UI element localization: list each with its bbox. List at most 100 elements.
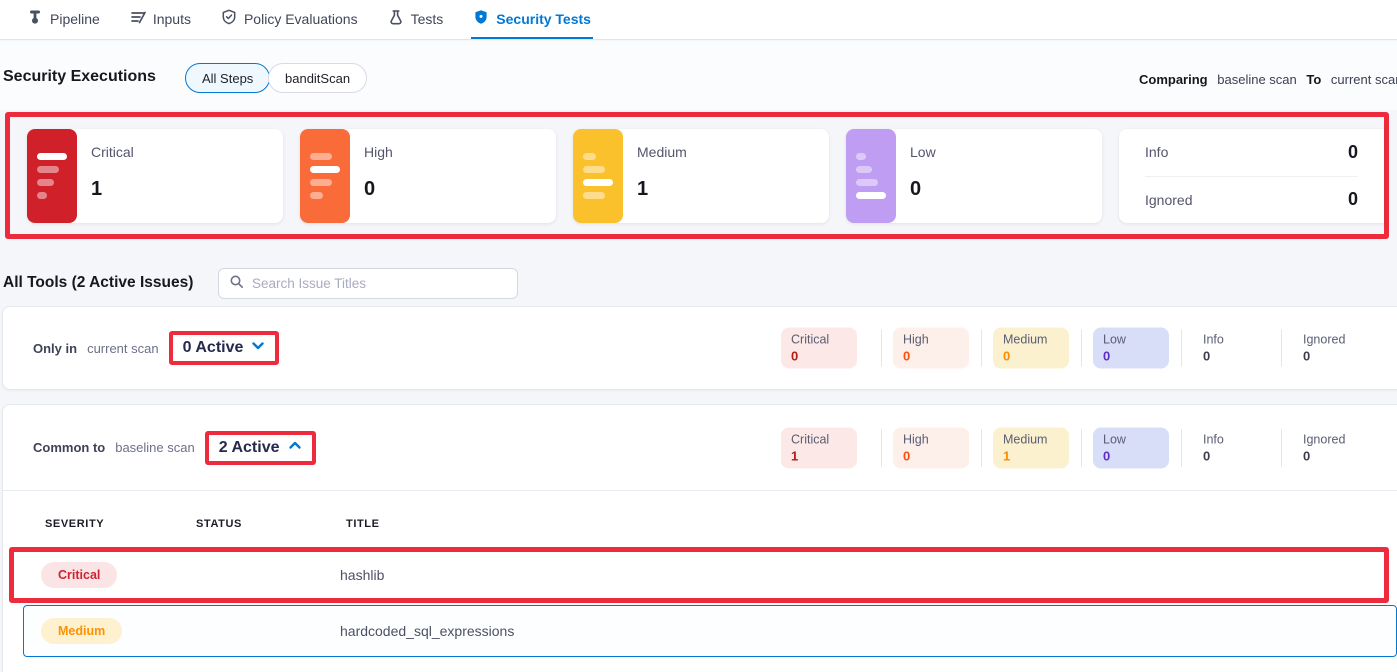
tab-pipeline[interactable]: Pipeline [25, 0, 102, 39]
section-header: Only in current scan 0 Active Critical 0… [3, 307, 1397, 389]
all-tools-heading: All Tools (2 Active Issues) [3, 274, 193, 292]
issue-title: hashlib [340, 567, 384, 583]
column-header-severity: SEVERITY [45, 518, 104, 530]
chip-info[interactable]: Info 0 [1193, 427, 1269, 468]
chip-low[interactable]: Low 0 [1093, 328, 1169, 369]
chip-label: Info [1203, 432, 1259, 446]
comparing-to: To [1306, 72, 1321, 87]
info-value: 0 [1348, 142, 1358, 163]
chip-value: 0 [903, 349, 959, 364]
severity-badge-critical: Critical [41, 562, 117, 588]
critical-bars-icon [27, 129, 77, 223]
chip-high[interactable]: High 0 [893, 427, 969, 468]
high-bars-icon [300, 129, 350, 223]
summary-card-medium: Medium 1 [573, 129, 829, 223]
severity-chips: Critical 0 High 0 Medium 0 Low 0 Info 0 … [781, 328, 1381, 369]
inputs-icon [130, 9, 146, 28]
chip-value: 1 [1003, 448, 1059, 463]
chip-label: Low [1103, 333, 1159, 347]
pipeline-icon [27, 9, 43, 28]
chip-medium[interactable]: Medium 1 [993, 427, 1069, 468]
issue-title: hardcoded_sql_expressions [340, 623, 514, 639]
section-header: Common to baseline scan 2 Active Critica… [3, 405, 1397, 491]
chip-value: 0 [1203, 349, 1259, 364]
section-label-rest: current scan [87, 341, 159, 356]
comparing-label: Comparing baseline scan To current scan [1139, 72, 1397, 87]
chip-high[interactable]: High 0 [893, 328, 969, 369]
filter-all-steps[interactable]: All Steps [185, 63, 270, 93]
flask-icon [388, 9, 404, 28]
comparing-prefix: Comparing [1139, 72, 1208, 87]
issue-row-hashlib[interactable]: Critical hashlib [14, 552, 1384, 598]
active-count-toggle[interactable]: 2 Active [205, 431, 316, 465]
tab-policy-evaluations[interactable]: Policy Evaluations [219, 0, 360, 39]
annotation-box-critical-row: Critical hashlib [9, 547, 1389, 603]
chip-value: 0 [903, 448, 959, 463]
card-label: High [364, 144, 393, 160]
chip-label: Medium [1003, 333, 1059, 347]
medium-bars-icon [573, 129, 623, 223]
low-bars-icon [846, 129, 896, 223]
chip-critical[interactable]: Critical 1 [781, 427, 857, 468]
search-icon [229, 274, 244, 294]
chip-label: Ignored [1303, 333, 1359, 347]
card-value: 1 [637, 178, 648, 201]
card-value: 1 [91, 178, 102, 201]
filter-banditscan[interactable]: banditScan [268, 63, 367, 93]
tab-tests[interactable]: Tests [386, 0, 446, 39]
tab-inputs[interactable]: Inputs [128, 0, 193, 39]
chip-value: 0 [1003, 349, 1059, 364]
top-tab-bar: Pipeline Inputs Policy Evaluations Tests… [0, 0, 1397, 40]
severity-badge-medium: Medium [41, 618, 122, 644]
chip-label: Critical [791, 432, 847, 446]
tab-label: Policy Evaluations [244, 11, 358, 27]
chip-value: 0 [1303, 448, 1359, 463]
page-title: Security Executions [3, 68, 156, 86]
chip-low[interactable]: Low 0 [1093, 427, 1169, 468]
chip-value: 0 [1303, 349, 1359, 364]
issue-row-content: Medium hardcoded_sql_expressions [24, 606, 1396, 656]
tab-label: Inputs [153, 11, 191, 27]
card-label: Low [910, 144, 936, 160]
chevron-up-icon [288, 439, 302, 457]
summary-card-high: High 0 [300, 129, 556, 223]
active-count-label: 2 Active [219, 439, 280, 457]
chip-value: 0 [1203, 448, 1259, 463]
card-label: Medium [637, 144, 687, 160]
ignored-label: Ignored [1145, 192, 1192, 208]
active-count-toggle[interactable]: 0 Active [169, 331, 280, 365]
tab-security-tests[interactable]: Security Tests [471, 0, 593, 39]
chip-ignored[interactable]: Ignored 0 [1293, 427, 1369, 468]
column-header-status: STATUS [196, 518, 242, 530]
info-row: Info 0 [1145, 129, 1358, 176]
chip-value: 0 [1103, 349, 1159, 364]
summary-card-low: Low 0 [846, 129, 1102, 223]
tab-label: Pipeline [50, 11, 100, 27]
issue-row-hardcoded-sql-expressions[interactable]: Medium hardcoded_sql_expressions [23, 605, 1397, 657]
chip-label: Medium [1003, 432, 1059, 446]
chip-medium[interactable]: Medium 0 [993, 328, 1069, 369]
section-common-to-baseline: Common to baseline scan 2 Active Critica… [2, 404, 1397, 672]
search-input[interactable] [252, 276, 507, 291]
summary-card-critical: Critical 1 [27, 129, 283, 223]
comparing-current: current scan [1331, 72, 1397, 87]
section-only-in-current-scan: Only in current scan 0 Active Critical 0… [2, 306, 1397, 390]
section-label-bold: Common to [33, 440, 105, 455]
chip-value: 1 [791, 448, 847, 463]
chip-info[interactable]: Info 0 [1193, 328, 1269, 369]
chip-label: Ignored [1303, 432, 1359, 446]
summary-card-info-ignored: Info 0 Ignored 0 [1119, 129, 1384, 223]
security-tests-page: Pipeline Inputs Policy Evaluations Tests… [0, 0, 1397, 672]
card-label: Critical [91, 144, 134, 160]
chip-ignored[interactable]: Ignored 0 [1293, 328, 1369, 369]
card-value: 0 [364, 178, 375, 201]
search-box [218, 268, 518, 299]
chip-critical[interactable]: Critical 0 [781, 328, 857, 369]
tab-label: Tests [411, 11, 444, 27]
column-header-title: TITLE [346, 518, 380, 530]
info-label: Info [1145, 144, 1168, 160]
active-count-label: 0 Active [183, 339, 244, 357]
comparing-baseline: baseline scan [1217, 72, 1297, 87]
chip-label: High [903, 333, 959, 347]
chevron-down-icon [251, 339, 265, 357]
